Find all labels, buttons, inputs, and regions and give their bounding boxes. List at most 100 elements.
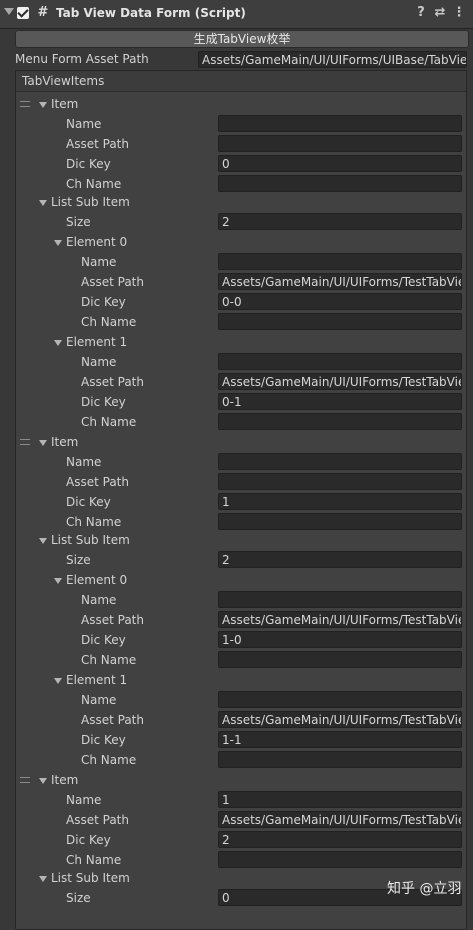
item-ch-name-label: Ch Name [66, 177, 122, 191]
item-dic-key: Dic Key 0 [0, 154, 473, 174]
element-ch-name: Ch Name [0, 650, 473, 670]
element-ch-name: Ch Name [0, 750, 473, 770]
element-ch-name: Ch Name [0, 412, 473, 432]
item-dic-key-field[interactable]: 1 [218, 493, 462, 510]
drag-handle-icon[interactable] [20, 101, 30, 107]
enabled-checkbox[interactable] [17, 7, 29, 19]
item-dic-key: Dic Key 2 [0, 830, 473, 850]
list-sub-item-size-field[interactable]: 2 [218, 551, 462, 568]
element-name: Name [0, 690, 473, 710]
item-name-label: Name [66, 117, 102, 131]
drag-handle-icon[interactable] [20, 777, 30, 783]
element-header[interactable]: Element 1 [0, 670, 473, 690]
list-sub-item-header[interactable]: List Sub Item [0, 192, 473, 212]
foldout-arrow-icon[interactable] [54, 340, 62, 346]
item-dic-key-label: Dic Key [66, 495, 111, 509]
element-header-label: Element 0 [66, 235, 128, 249]
foldout-arrow-icon[interactable] [39, 876, 47, 882]
item-dic-key-field[interactable]: 0 [218, 155, 462, 172]
element-dic-key-field[interactable]: 0-0 [218, 293, 462, 310]
menu-form-asset-path-field[interactable]: Assets/GameMain/UI/UIForms/UIBase/TabVie… [198, 51, 467, 68]
element-dic-key: Dic Key 1-1 [0, 730, 473, 750]
foldout-arrow-icon[interactable] [39, 538, 47, 544]
tab-view-items-header[interactable]: TabViewItems [15, 70, 467, 92]
item-asset-path-field[interactable] [218, 135, 462, 152]
foldout-arrow-icon[interactable] [39, 778, 47, 784]
element-header[interactable]: Element 1 [0, 332, 473, 352]
element-header[interactable]: Element 0 [0, 232, 473, 252]
item-name-label: Name [66, 455, 102, 469]
element-header[interactable]: Element 0 [0, 570, 473, 590]
item-header[interactable]: Item [0, 432, 473, 452]
drag-handle-icon[interactable] [20, 439, 30, 445]
more-vert-icon[interactable]: ⋮ [452, 6, 466, 20]
item-asset-path: Asset Path [0, 472, 473, 492]
item-dic-key-field[interactable]: 2 [218, 831, 462, 848]
item-asset-path-field[interactable]: Assets/GameMain/UI/UIForms/TestTabView [218, 811, 462, 828]
foldout-arrow-icon[interactable] [39, 102, 47, 108]
list-sub-item-header[interactable]: List Sub Item [0, 530, 473, 550]
element-header-label: Element 1 [66, 335, 128, 349]
item-ch-name-field[interactable] [218, 513, 462, 530]
script-icon: # [37, 5, 49, 20]
element-asset-path: Asset Path Assets/GameMain/UI/UIForms/Tes… [0, 372, 473, 392]
item-header[interactable]: Item [0, 770, 473, 790]
list-sub-item-size-label: Size [66, 553, 91, 567]
foldout-arrow-icon[interactable] [54, 678, 62, 684]
element-name-label: Name [81, 593, 117, 607]
item-name: Name [0, 114, 473, 134]
foldout-arrow-icon[interactable] [39, 200, 47, 206]
foldout-arrow-icon[interactable] [54, 578, 62, 584]
component-header[interactable]: # Tab View Data Form (Script) ? ⇄ ⋮ [0, 0, 473, 29]
list-sub-item-size-field[interactable]: 2 [218, 213, 462, 230]
element-name-field[interactable] [218, 591, 462, 608]
element-dic-key-field[interactable]: 1-1 [218, 731, 462, 748]
element-name: Name [0, 252, 473, 272]
foldout-arrow-icon[interactable] [4, 8, 14, 15]
element-asset-path-field[interactable]: Assets/GameMain/UI/UIForms/TestTabView [218, 611, 462, 628]
preset-icon[interactable]: ⇄ [433, 6, 447, 20]
element-ch-name-field[interactable] [218, 651, 462, 668]
element-dic-key-field[interactable]: 1-0 [218, 631, 462, 648]
item-ch-name-label: Ch Name [66, 853, 122, 867]
element-asset-path: Asset Path Assets/GameMain/UI/UIForms/Tes… [0, 272, 473, 292]
component-title: Tab View Data Form (Script) [56, 6, 246, 20]
element-ch-name-field[interactable] [218, 313, 462, 330]
item-name-field[interactable] [218, 115, 462, 132]
element-ch-name-field[interactable] [218, 413, 462, 430]
foldout-arrow-icon[interactable] [39, 440, 47, 446]
element-asset-path-label: Asset Path [81, 613, 144, 627]
element-asset-path-field[interactable]: Assets/GameMain/UI/UIForms/TestTabView [218, 273, 462, 290]
item-ch-name-field[interactable] [218, 175, 462, 192]
item-asset-path-field[interactable] [218, 473, 462, 490]
item-ch-name-field[interactable] [218, 851, 462, 868]
element-name-field[interactable] [218, 691, 462, 708]
element-dic-key-label: Dic Key [81, 295, 126, 309]
element-dic-key-field[interactable]: 0-1 [218, 393, 462, 410]
element-asset-path: Asset Path Assets/GameMain/UI/UIForms/Tes… [0, 710, 473, 730]
item-name-field[interactable] [218, 453, 462, 470]
item-name-label: Name [66, 793, 102, 807]
item-dic-key: Dic Key 1 [0, 492, 473, 512]
item-dic-key-label: Dic Key [66, 833, 111, 847]
element-dic-key-label: Dic Key [81, 395, 126, 409]
generate-enum-button[interactable]: 生成TabView枚举 [15, 30, 469, 48]
item-header[interactable]: Item [0, 94, 473, 114]
element-name-field[interactable] [218, 353, 462, 370]
item-name-field[interactable]: 1 [218, 791, 462, 808]
menu-form-asset-path-label: Menu Form Asset Path [15, 52, 149, 66]
element-ch-name-field[interactable] [218, 751, 462, 768]
element-asset-path-label: Asset Path [81, 713, 144, 727]
item-asset-path-label: Asset Path [66, 475, 129, 489]
foldout-arrow-icon[interactable] [54, 240, 62, 246]
element-asset-path-field[interactable]: Assets/GameMain/UI/UIForms/TestTabView [218, 373, 462, 390]
element-ch-name-label: Ch Name [81, 415, 137, 429]
element-asset-path-field[interactable]: Assets/GameMain/UI/UIForms/TestTabView [218, 711, 462, 728]
element-name-field[interactable] [218, 253, 462, 270]
element-name: Name [0, 352, 473, 372]
element-name: Name [0, 590, 473, 610]
element-dic-key: Dic Key 1-0 [0, 630, 473, 650]
element-dic-key: Dic Key 0-1 [0, 392, 473, 412]
list-sub-item-size-label: Size [66, 215, 91, 229]
help-icon[interactable]: ? [414, 6, 428, 20]
